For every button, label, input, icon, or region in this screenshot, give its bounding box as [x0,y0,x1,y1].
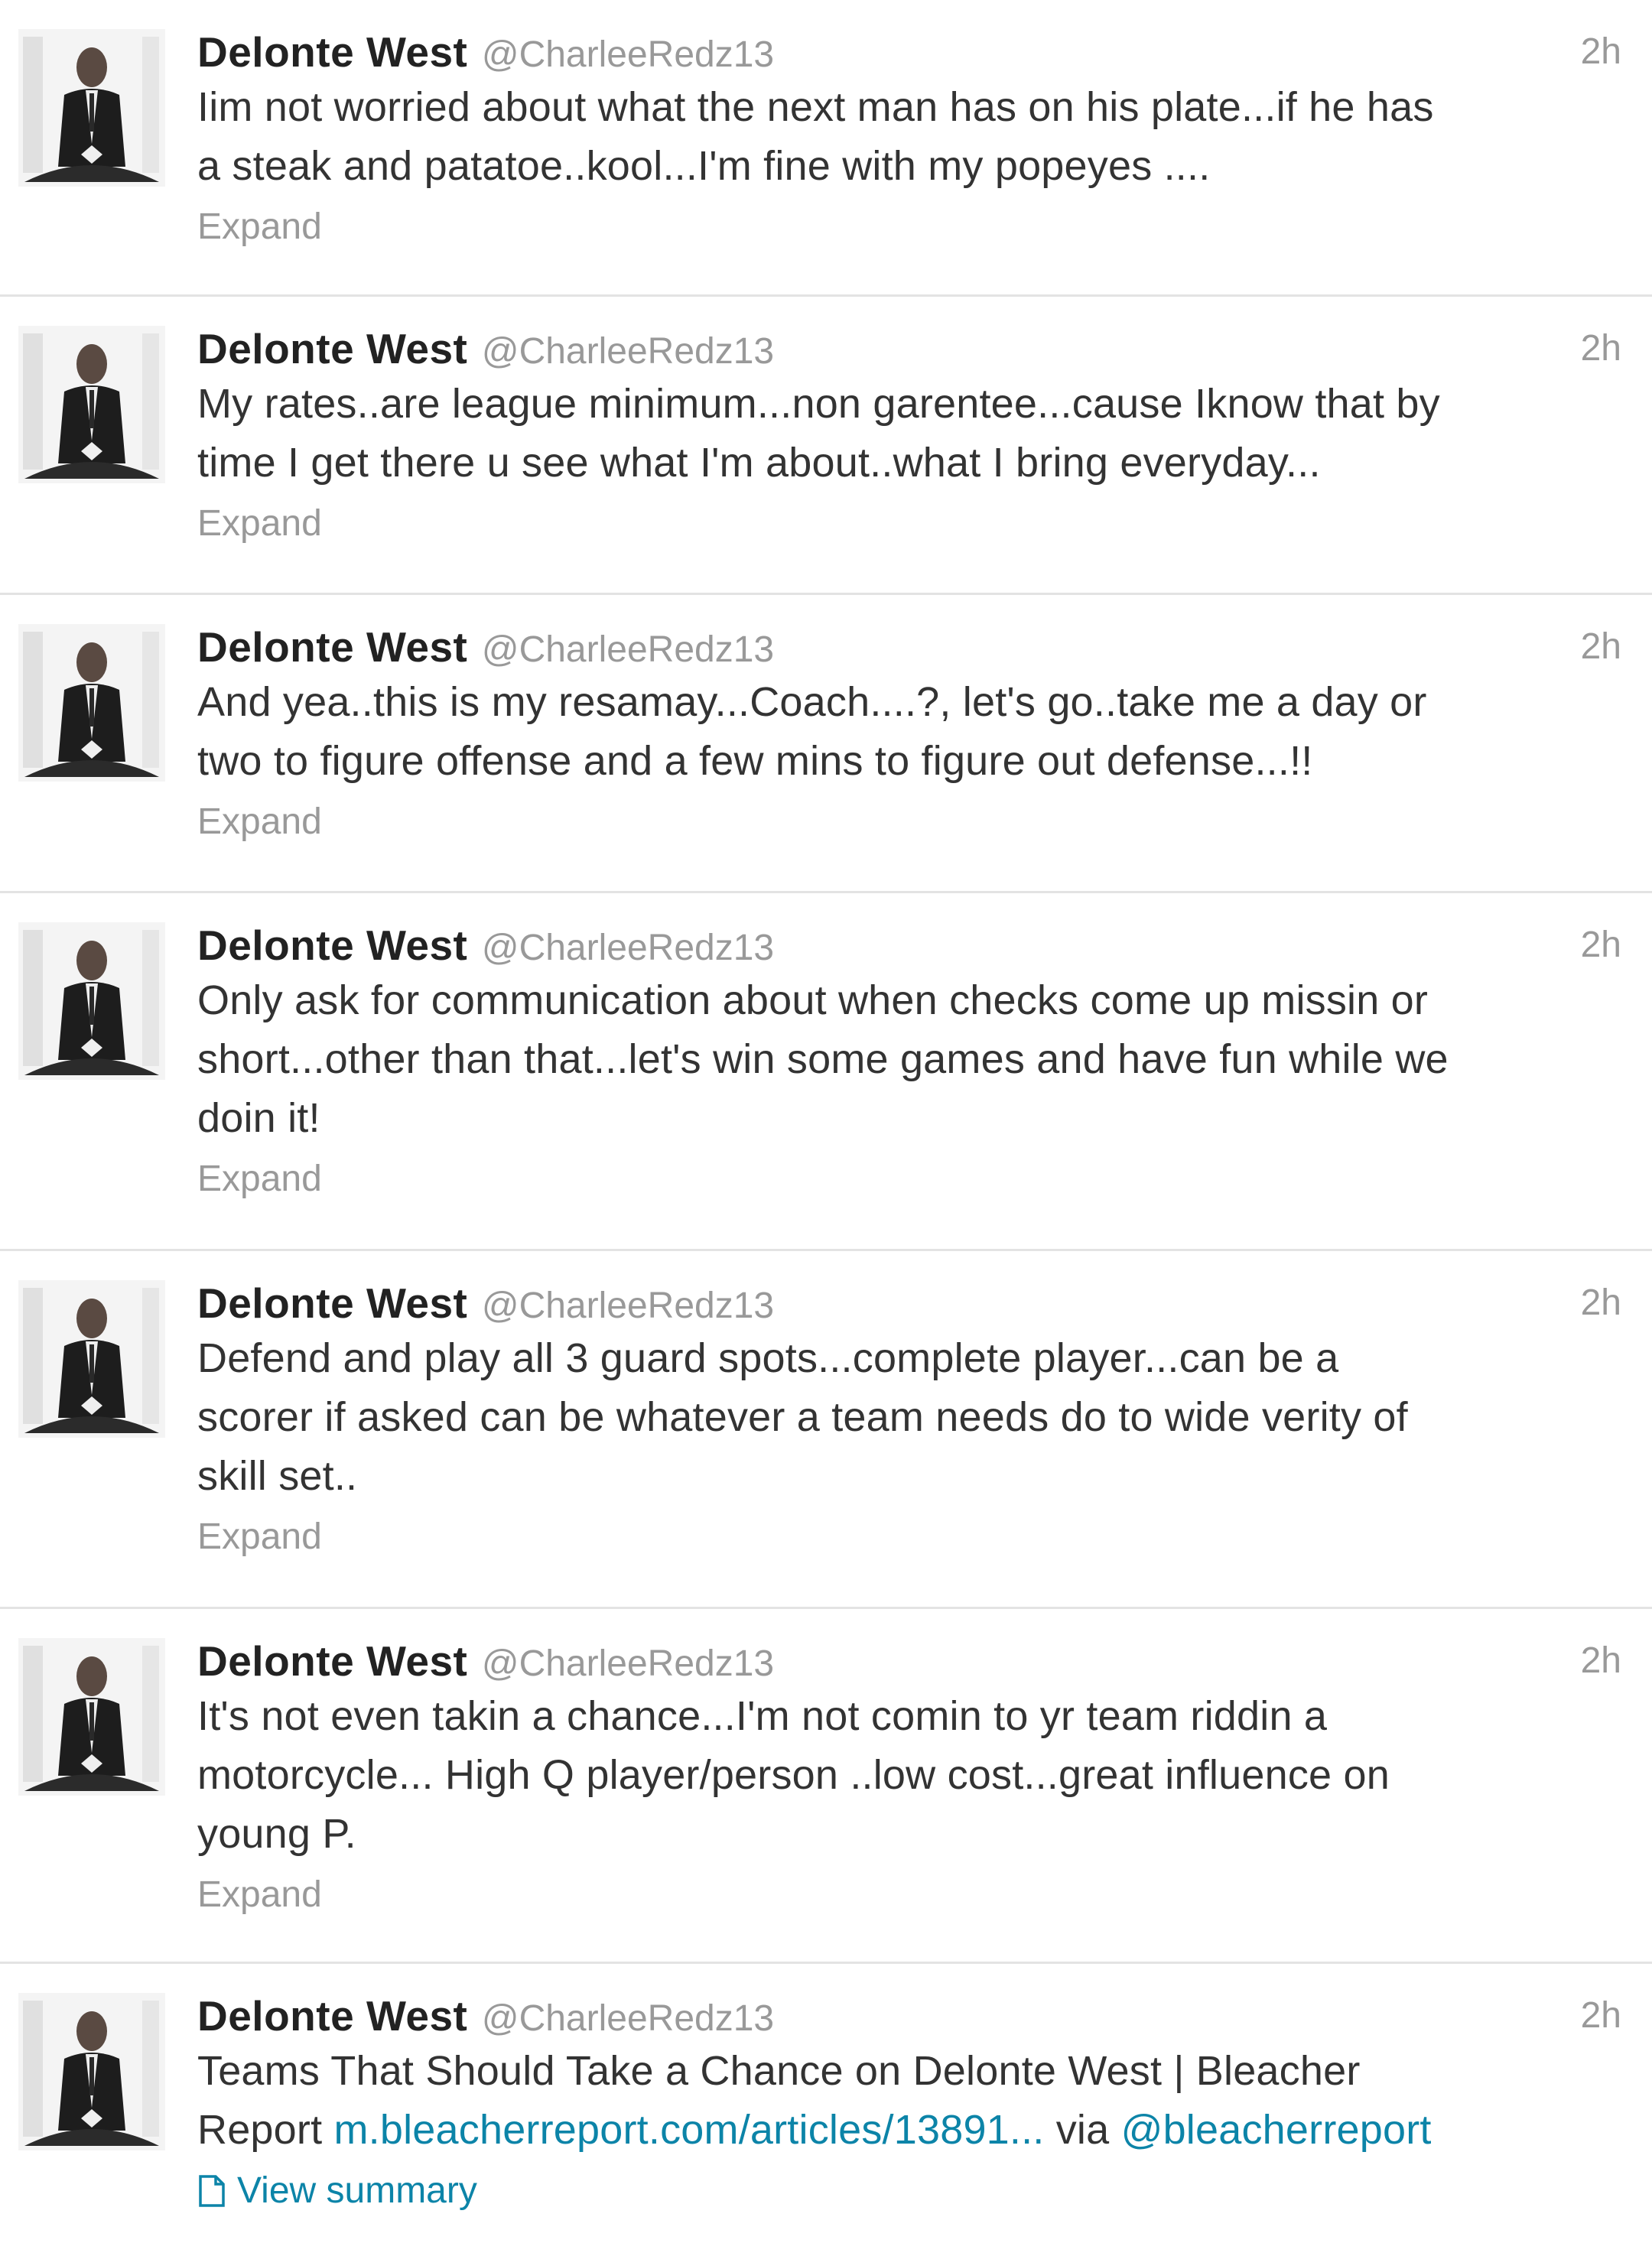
tweet-text-line: And yea..this is my resamay...Coach....?… [197,679,1427,725]
article-link[interactable]: m.bleacherreport.com/articles/13891... [333,2107,1044,2153]
user-fullname[interactable]: Delonte West [197,623,467,671]
user-fullname[interactable]: Delonte West [197,1279,467,1327]
user-fullname[interactable]: Delonte West [197,325,467,372]
avatar[interactable] [18,1993,165,2150]
tweet-text-line: doin it! [197,1095,320,1141]
view-summary-label: View summary [237,2170,477,2211]
tweet-text-line: skill set.. [197,1453,358,1499]
tweet-text-fragment: Report [197,2107,334,2153]
tweet-text: Only ask for communication about when ch… [197,971,1621,1148]
tweet-timestamp[interactable]: 2h [1581,327,1621,369]
tweet-text-line: young P. [197,1811,356,1857]
tweet-text: Teams That Should Take a Chance on Delon… [197,2042,1621,2160]
expand-link[interactable]: Expand [197,492,1621,555]
user-fullname[interactable]: Delonte West [197,922,467,969]
tweet[interactable]: Delonte West @CharleeRedz13 2h And yea..… [0,595,1652,893]
tweet-feed: Delonte West @CharleeRedz13 2h Iim not w… [0,0,1652,2256]
avatar[interactable] [18,1280,165,1438]
tweet-timestamp[interactable]: 2h [1581,626,1621,668]
mention-link[interactable]: @bleacherreport [1121,2107,1432,2153]
tweet-text-line: Teams That Should Take a Chance on Delon… [197,2048,1361,2094]
tweet-text-line: It's not even takin a chance...I'm not c… [197,1693,1328,1739]
tweet-timestamp[interactable]: 2h [1581,1640,1621,1682]
tweet-text-line: motorcycle... High Q player/person ..low… [197,1752,1390,1798]
avatar[interactable] [18,922,165,1080]
tweet-timestamp[interactable]: 2h [1581,924,1621,966]
tweet-text: And yea..this is my resamay...Coach....?… [197,673,1621,791]
tweet-text-line: short...other than that...let's win some… [197,1036,1449,1082]
tweet-text-line: scorer if asked can be whatever a team n… [197,1394,1408,1440]
user-fullname[interactable]: Delonte West [197,28,467,76]
tweet-text-line: two to figure offense and a few mins to … [197,738,1313,784]
user-fullname[interactable]: Delonte West [197,1637,467,1685]
avatar[interactable] [18,624,165,782]
tweet-text-line: Defend and play all 3 guard spots...comp… [197,1335,1339,1381]
user-fullname[interactable]: Delonte West [197,1992,467,2040]
tweet[interactable]: Delonte West @CharleeRedz13 2h My rates.… [0,297,1652,595]
tweet-text-line: My rates..are league minimum...non garen… [197,381,1440,427]
user-handle[interactable]: @CharleeRedz13 [482,1286,774,1326]
expand-link[interactable]: Expand [197,1148,1621,1211]
tweet-text: It's not even takin a chance...I'm not c… [197,1687,1621,1864]
expand-link[interactable]: Expand [197,1864,1621,1926]
tweet-text-line: Iim not worried about what the next man … [197,84,1434,130]
tweet[interactable]: Delonte West @CharleeRedz13 2h Defend an… [0,1251,1652,1609]
view-summary-link[interactable]: View summary [197,2160,477,2222]
user-handle[interactable]: @CharleeRedz13 [482,331,774,372]
avatar[interactable] [18,1638,165,1796]
tweet-timestamp[interactable]: 2h [1581,1994,1621,2037]
tweet-text-line: a steak and patatoe..kool...I'm fine wit… [197,143,1211,189]
tweet-text-line: Report m.bleacherreport.com/articles/138… [197,2101,1621,2160]
tweet-timestamp[interactable]: 2h [1581,1282,1621,1324]
tweet-text-line: Only ask for communication about when ch… [197,977,1429,1023]
tweet[interactable]: Delonte West @CharleeRedz13 2h It's not … [0,1609,1652,1964]
expand-link[interactable]: Expand [197,196,1621,258]
user-handle[interactable]: @CharleeRedz13 [482,928,774,968]
user-handle[interactable]: @CharleeRedz13 [482,1643,774,1684]
user-handle[interactable]: @CharleeRedz13 [482,34,774,75]
tweet-text: My rates..are league minimum...non garen… [197,375,1621,492]
expand-link[interactable]: Expand [197,791,1621,853]
tweet-text-fragment: via [1044,2107,1121,2153]
tweet[interactable]: Delonte West @CharleeRedz13 2h Iim not w… [0,0,1652,297]
avatar[interactable] [18,326,165,483]
tweet-text-line: time I get there u see what I'm about..w… [197,440,1321,486]
tweet-timestamp[interactable]: 2h [1581,31,1621,73]
expand-link[interactable]: Expand [197,1506,1621,1568]
document-icon [199,2175,225,2207]
tweet-text: Iim not worried about what the next man … [197,78,1621,196]
user-handle[interactable]: @CharleeRedz13 [482,629,774,670]
avatar[interactable] [18,29,165,187]
tweet-text: Defend and play all 3 guard spots...comp… [197,1329,1621,1506]
tweet[interactable]: Delonte West @CharleeRedz13 2h Teams Tha… [0,1964,1652,2256]
user-handle[interactable]: @CharleeRedz13 [482,1998,774,2039]
tweet[interactable]: Delonte West @CharleeRedz13 2h Only ask … [0,893,1652,1251]
